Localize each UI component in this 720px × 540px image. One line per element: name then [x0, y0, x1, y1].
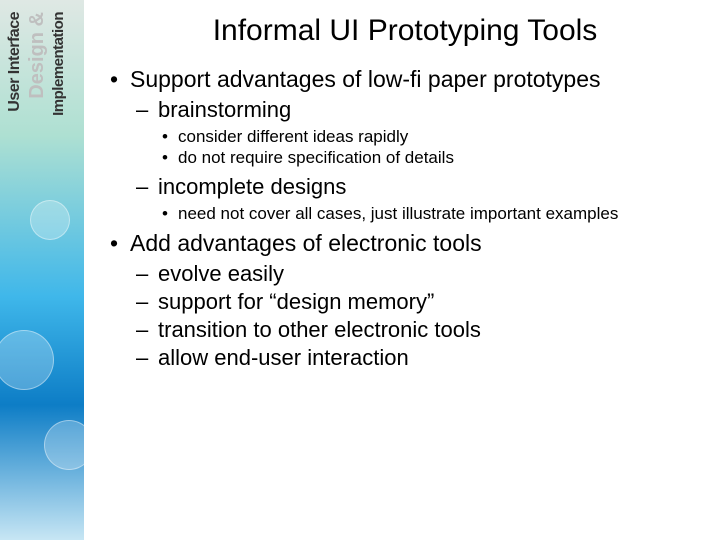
bullet-text: do not require specification of details	[178, 148, 454, 168]
list-item: • do not require specification of detail…	[162, 148, 708, 168]
list-item: – evolve easily	[136, 261, 708, 287]
bullet-icon: •	[162, 204, 178, 224]
list-item: • Support advantages of low-fi paper pro…	[110, 66, 708, 93]
sidebar-text-ui: User Interface	[6, 12, 24, 112]
list-item: – brainstorming	[136, 97, 708, 123]
bullet-list: • Support advantages of low-fi paper pro…	[102, 66, 708, 93]
bullet-text: need not cover all cases, just illustrat…	[178, 204, 618, 224]
dash-icon: –	[136, 289, 158, 315]
bullet-text: Add advantages of electronic tools	[130, 230, 708, 257]
bullet-icon: •	[110, 66, 130, 93]
bullet-text: consider different ideas rapidly	[178, 127, 408, 147]
bullet-icon: •	[162, 127, 178, 147]
sub-list: – brainstorming	[102, 97, 708, 123]
list-item: – allow end-user interaction	[136, 345, 708, 371]
dash-icon: –	[136, 317, 158, 343]
list-item: • need not cover all cases, just illustr…	[162, 204, 708, 224]
slide-title: Informal UI Prototyping Tools	[102, 14, 708, 48]
list-item: • Add advantages of electronic tools	[110, 230, 708, 257]
sub-list: – incomplete designs	[102, 174, 708, 200]
dash-icon: –	[136, 345, 158, 371]
bullet-list: • Add advantages of electronic tools	[102, 230, 708, 257]
sub-list: – evolve easily – support for “design me…	[102, 261, 708, 371]
slide: User Interface Design & Implementation I…	[0, 0, 720, 540]
bullet-text: transition to other electronic tools	[158, 317, 481, 343]
bullet-text: incomplete designs	[158, 174, 346, 200]
list-item: – support for “design memory”	[136, 289, 708, 315]
bullet-icon: •	[110, 230, 130, 257]
dash-icon: –	[136, 261, 158, 287]
subsub-list: • need not cover all cases, just illustr…	[102, 204, 708, 224]
sidebar-text-design: Design &	[26, 12, 49, 99]
bullet-text: evolve easily	[158, 261, 284, 287]
list-item: – transition to other electronic tools	[136, 317, 708, 343]
sidebar-text-impl: Implementation	[50, 12, 67, 116]
subsub-list: • consider different ideas rapidly • do …	[102, 127, 708, 168]
bullet-text: support for “design memory”	[158, 289, 434, 315]
dash-icon: –	[136, 97, 158, 123]
bullet-text: Support advantages of low-fi paper proto…	[130, 66, 708, 93]
bullet-text: allow end-user interaction	[158, 345, 409, 371]
sidebar-graphic: User Interface Design & Implementation	[0, 0, 84, 540]
bullet-icon: •	[162, 148, 178, 168]
dash-icon: –	[136, 174, 158, 200]
slide-content: Informal UI Prototyping Tools • Support …	[84, 0, 720, 540]
bullet-text: brainstorming	[158, 97, 291, 123]
list-item: – incomplete designs	[136, 174, 708, 200]
list-item: • consider different ideas rapidly	[162, 127, 708, 147]
